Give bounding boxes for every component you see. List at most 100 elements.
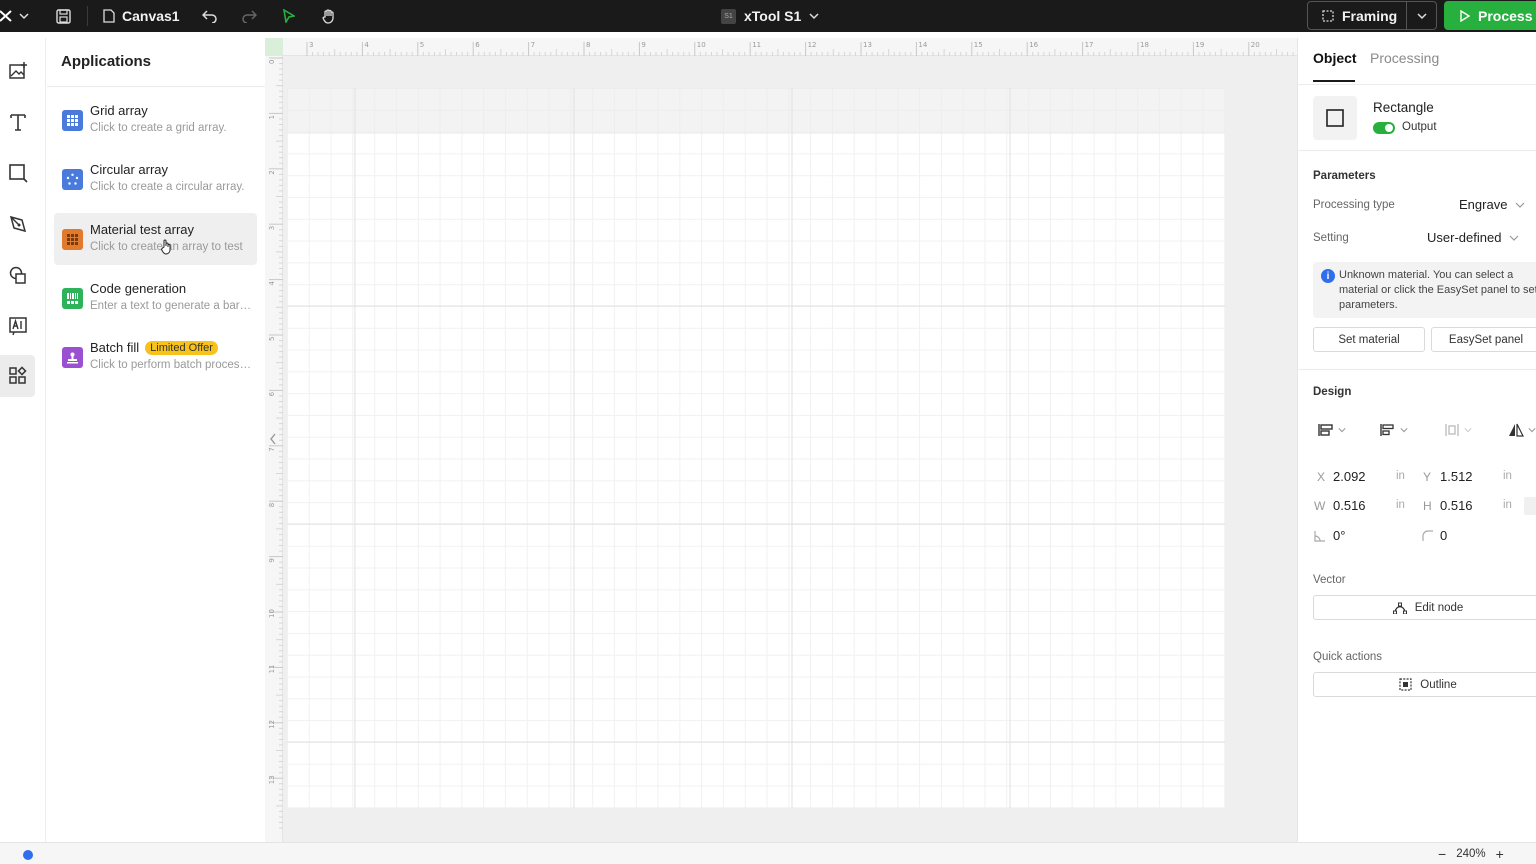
zoom-out-button[interactable]: − [1438, 846, 1446, 862]
device-selector[interactable]: S1 xTool S1 [721, 0, 819, 32]
ruler-tick-label: 1 [268, 115, 276, 119]
framing-button[interactable]: Framing [1307, 1, 1407, 30]
ruler-tick-label: 9 [641, 41, 645, 49]
canvas-area[interactable]: 3 4 5 6 7 8 9 10 11 12 13 14 15 16 17 18 19 20 0123456789… [265, 38, 1297, 842]
ruler-tick-label: 16 [1029, 41, 1038, 49]
ruler-top: 3 4 5 6 7 8 9 10 11 12 13 14 15 16 17 18 19 20 [283, 38, 1297, 56]
text-icon[interactable] [0, 101, 35, 143]
work-board[interactable] [287, 88, 1225, 808]
redo-icon[interactable] [241, 0, 257, 32]
y-label: Y [1423, 470, 1432, 484]
material-test-array-icon [62, 229, 83, 250]
undo-icon[interactable] [202, 0, 218, 32]
hand-pan-icon[interactable] [321, 0, 337, 32]
distribute-dropdown[interactable] [1444, 420, 1472, 440]
edit-node-button[interactable]: Edit node [1313, 595, 1536, 620]
process-button[interactable]: Process [1444, 1, 1536, 30]
device-badge-icon: S1 [721, 8, 736, 24]
app-material-test-array[interactable]: Material test array Click to create an a… [54, 213, 257, 265]
ruler-tick-label: 11 [752, 41, 761, 49]
h-label: H [1423, 499, 1432, 513]
ruler-tick-label: 4 [268, 281, 276, 286]
applications-icon[interactable] [0, 355, 35, 397]
hand-cursor-icon [160, 239, 171, 255]
ruler-tick-label: 12 [808, 41, 817, 49]
framing-dropdown[interactable] [1407, 1, 1437, 30]
ruler-tick-label: 4 [364, 41, 369, 49]
flip-icon [1509, 423, 1524, 437]
save-icon[interactable] [56, 0, 71, 32]
image-add-icon[interactable] [0, 50, 35, 92]
tab-processing[interactable]: Processing [1370, 50, 1439, 66]
info-icon: i [1321, 269, 1335, 283]
easyset-panel-button[interactable]: EasySet panel [1431, 327, 1536, 352]
processing-type-select[interactable]: Engrave [1459, 197, 1525, 212]
h-input[interactable]: 0.516 [1440, 498, 1473, 513]
edit-node-icon [1392, 602, 1407, 614]
pen-icon[interactable] [0, 203, 35, 245]
rotation-icon [1314, 531, 1325, 542]
align-dropdown[interactable] [1380, 420, 1408, 440]
distribute-icon [1445, 424, 1459, 436]
app-name: Grid array [90, 103, 148, 118]
ruler-tick-label: 6 [475, 41, 480, 49]
arrange-layers-icon [1318, 424, 1333, 436]
w-unit: in [1396, 499, 1405, 511]
ruler-tick-label: 11 [268, 664, 276, 673]
chevron-down-icon [809, 13, 819, 20]
ruler-tick-label: 3 [309, 41, 313, 49]
app-batch-fill[interactable]: Batch fill Limited Offer Click to perform… [54, 331, 257, 383]
elements-icon[interactable] [0, 254, 35, 296]
w-input[interactable]: 0.516 [1333, 498, 1366, 513]
app-circular-array[interactable]: Circular array Click to create a circula… [54, 153, 257, 205]
chevron-down-icon [1510, 235, 1519, 241]
rectangle-preview-icon [1313, 96, 1357, 140]
select-cursor-icon[interactable] [283, 0, 295, 32]
set-material-button[interactable]: Set material [1313, 327, 1425, 352]
ruler-tick-label: 0 [268, 60, 276, 64]
output-label: Output [1402, 121, 1437, 133]
circular-array-icon [62, 169, 83, 190]
file-icon [103, 9, 115, 23]
setting-label: Setting [1313, 232, 1349, 244]
y-input[interactable]: 1.512 [1440, 469, 1473, 484]
lock-ratio-icon[interactable] [1524, 497, 1536, 515]
panel-title: Applications [61, 53, 152, 70]
limited-offer-badge: Limited Offer [145, 341, 218, 355]
setting-select[interactable]: User-defined [1427, 230, 1519, 245]
ruler-tick-label: 13 [268, 775, 276, 784]
app-code-generation[interactable]: Code generation Enter a text to generate… [54, 272, 257, 324]
app-name: Batch fill Limited Offer [90, 340, 218, 355]
parameters-title: Parameters [1313, 170, 1376, 182]
collapse-panel-arrow[interactable] [265, 428, 281, 450]
arrange-dropdown[interactable] [1318, 420, 1346, 440]
output-toggle[interactable] [1373, 122, 1395, 134]
design-title: Design [1313, 386, 1352, 398]
ruler-tick-label: 19 [1195, 41, 1204, 49]
ai-icon[interactable] [0, 305, 35, 347]
tab-object[interactable]: Object [1313, 50, 1357, 66]
app-logo-icon[interactable] [0, 0, 12, 32]
y-unit: in [1503, 470, 1512, 482]
ruler-tick-label: 9 [268, 558, 276, 562]
outline-button[interactable]: Outline [1313, 672, 1536, 697]
corner-radius-input[interactable]: 0 [1440, 528, 1447, 543]
rotation-input[interactable]: 0° [1333, 528, 1345, 543]
file-name[interactable]: Canvas1 [103, 0, 180, 32]
app-grid-array[interactable]: Grid array Click to create a grid array. [54, 94, 257, 146]
outline-icon [1399, 678, 1412, 691]
zoom-in-button[interactable]: + [1496, 846, 1504, 862]
x-input[interactable]: 2.092 [1333, 469, 1366, 484]
shape-icon[interactable] [0, 152, 35, 194]
chevron-down-icon [1528, 428, 1536, 433]
ruler-tick-label: 8 [586, 41, 590, 49]
ruler-tick-label: 13 [863, 41, 872, 49]
app-desc: Click to perform batch processing [90, 359, 252, 371]
applications-panel: Applications Grid array Click to create … [47, 38, 265, 842]
ruler-tick-label: 10 [697, 41, 706, 49]
app-menu-chevron-icon[interactable] [19, 0, 29, 32]
board-major-grid [287, 88, 1225, 808]
ruler-tick-label: 12 [268, 720, 276, 729]
flip-dropdown[interactable] [1508, 420, 1536, 440]
h-unit: in [1503, 499, 1512, 511]
